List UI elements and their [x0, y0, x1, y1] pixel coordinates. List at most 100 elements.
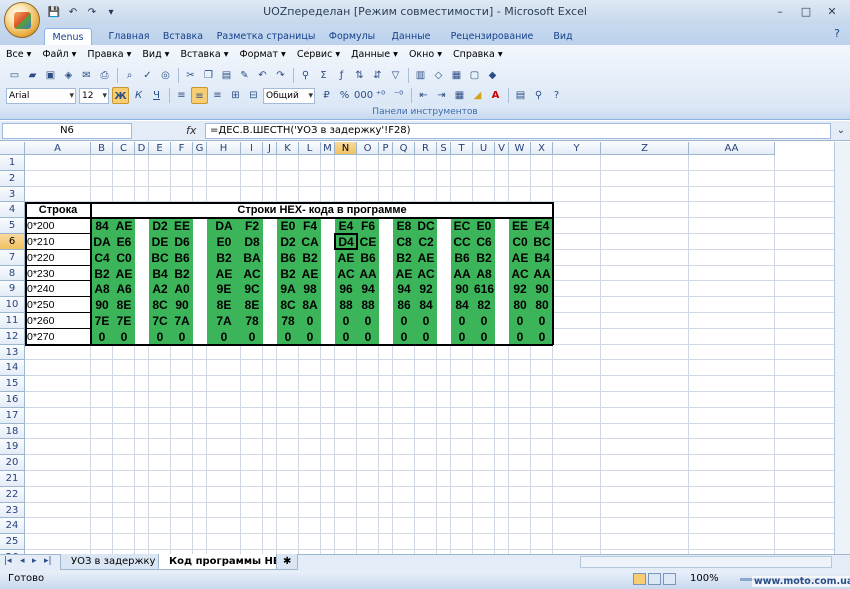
horizontal-scrollbar[interactable] — [580, 556, 832, 568]
hex-cell[interactable]: 98 — [299, 281, 321, 298]
hex-cell[interactable]: B6 — [277, 250, 299, 267]
column-header-h[interactable]: H — [207, 142, 241, 155]
tab-data[interactable]: Данные — [386, 28, 436, 45]
zoom-tool-icon[interactable]: ▦ — [448, 67, 465, 84]
research-help-icon[interactable]: ⚲ — [530, 87, 547, 104]
function-icon[interactable]: ƒ — [333, 67, 350, 84]
hex-cell[interactable]: 90 — [91, 297, 113, 314]
hex-cell[interactable]: 90 — [531, 281, 553, 298]
open-folder-icon[interactable]: ▰ — [24, 67, 41, 84]
hex-cell[interactable]: A8 — [91, 281, 113, 298]
hex-cell[interactable]: B2 — [473, 250, 495, 267]
hex-cell[interactable]: 94 — [357, 281, 379, 298]
sheet-nav-first[interactable]: |◂ — [4, 556, 12, 566]
hex-cell[interactable]: B6 — [171, 250, 193, 267]
hex-cell[interactable]: E0 — [277, 218, 299, 235]
name-box[interactable]: N6 — [2, 123, 132, 139]
hex-cell[interactable]: 8C — [277, 297, 299, 314]
tab-view[interactable]: Вид — [546, 28, 580, 45]
hex-cell[interactable]: AE — [335, 250, 357, 267]
print-icon[interactable]: ⎙ — [96, 67, 113, 84]
hex-cell[interactable]: CA — [299, 234, 321, 251]
column-header-u[interactable]: U — [473, 142, 495, 155]
column-header-o[interactable]: O — [357, 142, 379, 155]
hex-cell[interactable]: 90 — [171, 297, 193, 314]
column-header-d[interactable]: D — [135, 142, 149, 155]
hex-cell[interactable]: E6 — [113, 234, 135, 251]
hex-cell[interactable]: 84 — [451, 297, 473, 314]
row-header-18[interactable]: 18 — [0, 423, 25, 440]
email-icon[interactable]: ✉ — [78, 67, 95, 84]
menu-tools[interactable]: Сервис ▾ — [297, 49, 340, 60]
close-button[interactable]: ✕ — [820, 3, 844, 20]
sort-ascending-icon[interactable]: ⇅ — [351, 67, 368, 84]
autosum-icon[interactable]: Σ — [315, 67, 332, 84]
sheet-nav-prev[interactable]: ◂ — [20, 556, 25, 566]
office-button[interactable] — [4, 2, 40, 38]
row-header-16[interactable]: 16 — [0, 392, 25, 408]
decrease-decimal-icon[interactable]: ⁻⁰ — [390, 87, 407, 104]
expand-formula-icon[interactable]: ⌄ — [834, 123, 848, 139]
hex-cell[interactable]: CE — [357, 234, 379, 251]
hex-cell[interactable]: DA — [207, 218, 241, 235]
hex-cell[interactable]: 0 — [357, 313, 379, 330]
row-header-1[interactable]: 1 — [0, 155, 25, 171]
row-header-7[interactable]: 7 — [0, 249, 25, 266]
research-icon[interactable]: ◎ — [157, 67, 174, 84]
align-right-icon[interactable]: ≡ — [209, 87, 226, 104]
tab-review[interactable]: Рецензирование — [443, 28, 541, 45]
format-painter-icon[interactable]: ✎ — [236, 67, 253, 84]
hex-cell[interactable]: AE — [113, 266, 135, 283]
column-header-t[interactable]: T — [451, 142, 473, 155]
column-header-s[interactable]: S — [437, 142, 451, 155]
hex-cell[interactable]: 84 — [91, 218, 113, 235]
hex-cell[interactable]: 8A — [299, 297, 321, 314]
hex-cell[interactable]: 7E — [113, 313, 135, 330]
column-header-p[interactable]: P — [379, 142, 393, 155]
hex-cell[interactable]: EE — [171, 218, 193, 235]
font-color-icon[interactable]: A — [487, 87, 504, 104]
hex-cell[interactable]: B2 — [91, 266, 113, 283]
column-header-b[interactable]: B — [91, 142, 113, 155]
italic-icon[interactable]: К — [130, 87, 147, 104]
column-header-v[interactable]: V — [495, 142, 509, 155]
page-break-view-icon[interactable] — [663, 573, 676, 585]
hex-cell[interactable]: F2 — [241, 218, 263, 235]
hex-cell[interactable]: B2 — [171, 266, 193, 283]
column-header-r[interactable]: R — [415, 142, 437, 155]
hex-cell[interactable]: A2 — [149, 281, 171, 298]
hex-cell[interactable]: 96 — [335, 281, 357, 298]
new-sheet-icon[interactable]: ✱ — [276, 554, 299, 570]
menu-insert[interactable]: Вставка ▾ — [180, 49, 228, 60]
copy-icon[interactable]: ❐ — [200, 67, 217, 84]
hex-cell[interactable]: A8 — [473, 266, 495, 283]
formula-input[interactable]: =ДЕС.В.ШЕСТН('УОЗ в задержку'!F28) — [205, 123, 831, 139]
row-header-5[interactable]: 5 — [0, 218, 25, 234]
chart-wizard-icon[interactable]: ▥ — [412, 67, 429, 84]
menu-edit[interactable]: Правка ▾ — [87, 49, 131, 60]
thousands-icon[interactable]: 000 — [354, 87, 373, 104]
column-header-e[interactable]: E — [149, 142, 171, 155]
column-header-i[interactable]: I — [241, 142, 263, 155]
hex-cell[interactable]: C6 — [473, 234, 495, 251]
hex-cell[interactable]: DA — [91, 234, 113, 251]
row-header-15[interactable]: 15 — [0, 376, 25, 392]
menu-file[interactable]: Файл ▾ — [42, 49, 76, 60]
vertical-scrollbar[interactable] — [834, 142, 850, 554]
row-header-8[interactable]: 8 — [0, 265, 25, 282]
hex-cell[interactable]: 82 — [473, 297, 495, 314]
hex-cell[interactable]: 88 — [335, 297, 357, 314]
hex-cell[interactable]: 8E — [241, 297, 263, 314]
hex-cell[interactable]: AC — [335, 266, 357, 283]
row-header-25[interactable]: 25 — [0, 534, 25, 550]
hex-cell[interactable]: AE — [393, 266, 415, 283]
menu-view[interactable]: Вид ▾ — [142, 49, 169, 60]
hex-cell[interactable]: 0 — [393, 313, 415, 330]
hex-cell[interactable]: E0 — [473, 218, 495, 235]
align-center-icon[interactable]: ≡ — [191, 87, 208, 104]
sheet-nav-last[interactable]: ▸| — [44, 556, 52, 566]
hex-cell[interactable]: AC — [241, 266, 263, 283]
hex-cell[interactable]: 90 — [451, 281, 473, 298]
hex-cell[interactable]: D8 — [241, 234, 263, 251]
column-header-a[interactable]: A — [25, 142, 91, 155]
